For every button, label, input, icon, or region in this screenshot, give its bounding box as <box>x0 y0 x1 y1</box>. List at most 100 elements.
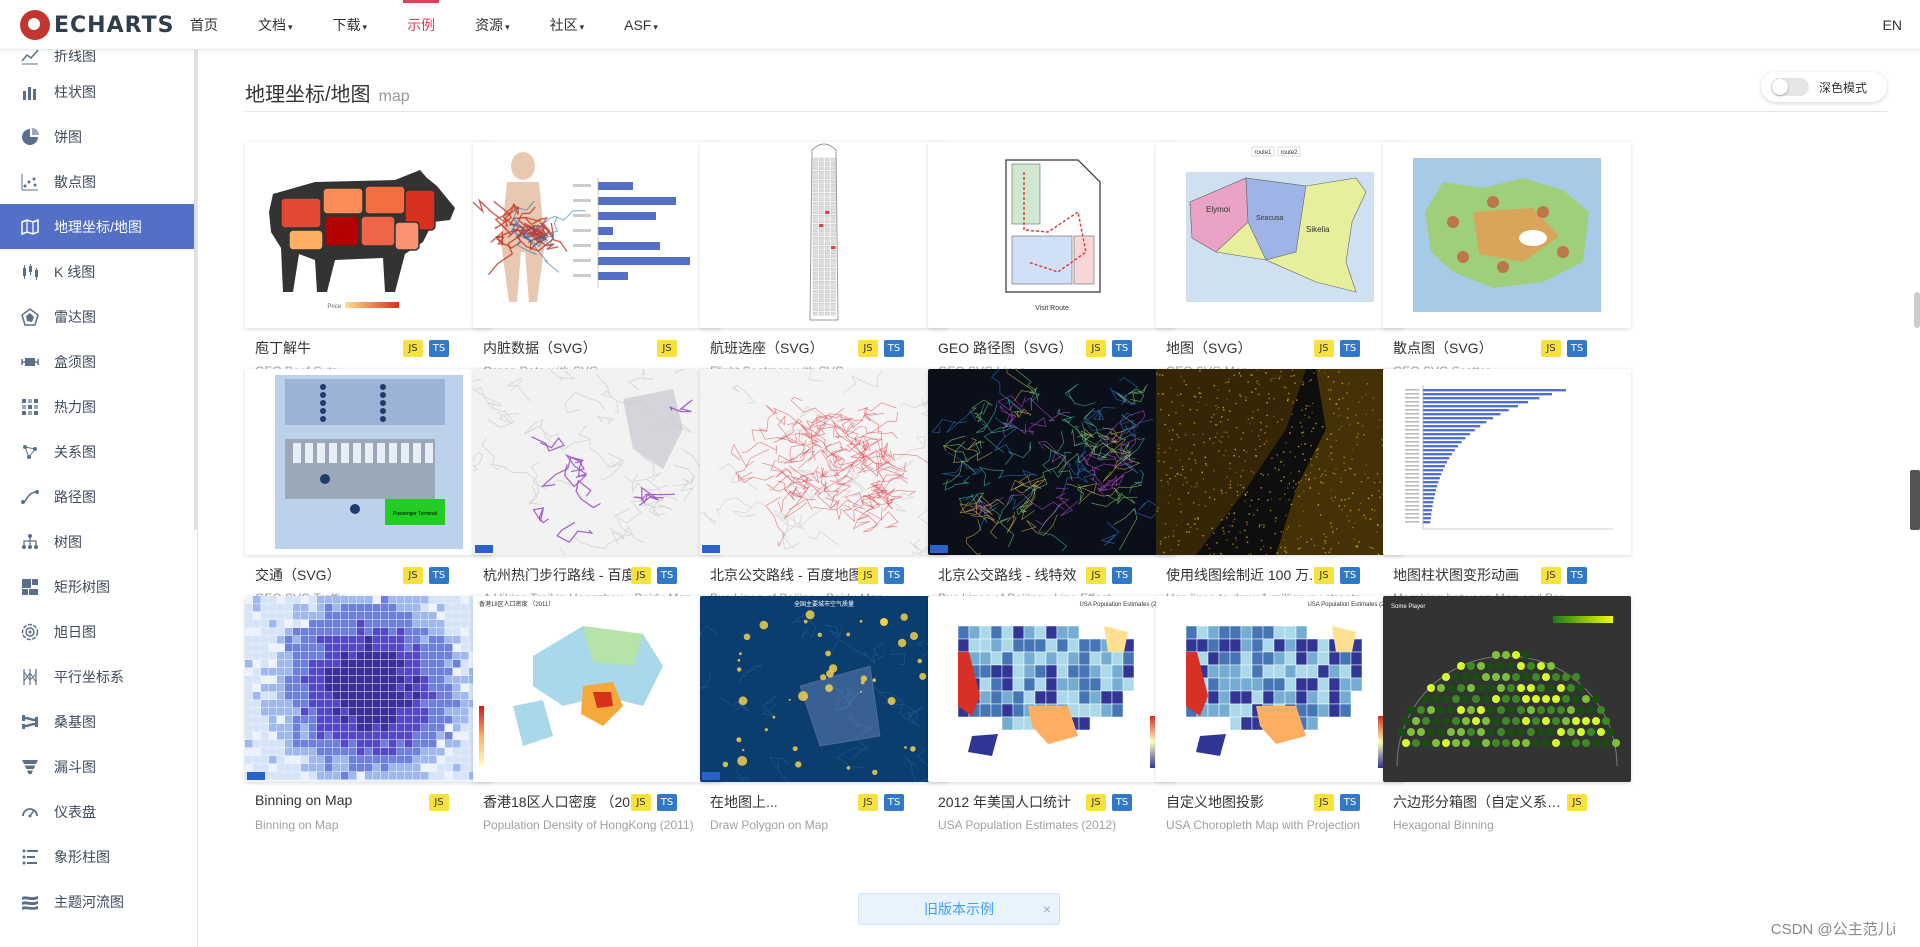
page-scrollbar[interactable] <box>1914 292 1920 328</box>
example-card[interactable]: 北京公交路线 - 线特效Bus Lines of Beijing - Line … <box>928 369 1176 609</box>
sidebar-item-6[interactable]: 雷达图 <box>0 294 197 339</box>
js-badge[interactable]: JS <box>858 340 878 357</box>
example-card[interactable]: 全国主要城市空气质量 在地图上... Draw Polygon on Map JS TS <box>700 596 948 836</box>
example-card[interactable]: Price庖丁解牛GEO Beef CutsJSTS <box>245 142 493 382</box>
dark-mode-toggle[interactable]: 深色模式 <box>1761 72 1887 102</box>
example-thumbnail[interactable]: 香港18区人口密度 （2011） <box>473 596 721 782</box>
example-title[interactable]: 2012 年美国人口统计 <box>938 792 1108 812</box>
ts-badge[interactable]: TS <box>1567 567 1587 584</box>
example-title[interactable]: 内脏数据（SVG） <box>483 338 653 358</box>
example-card[interactable]: USA Population Estimates (2012) 2012 年美国人… <box>928 596 1176 836</box>
sidebar-item-4[interactable]: 地理坐标/地图 <box>0 204 197 249</box>
example-thumbnail[interactable]: Price <box>245 142 493 328</box>
example-card[interactable]: USA Population Estimates (2012) 自定义地图投影 US… <box>1156 596 1404 836</box>
nav-item-6[interactable]: ASF ▾ <box>624 0 658 50</box>
echarts-logo[interactable]: ECHARTS <box>20 9 174 41</box>
example-title[interactable]: 北京公交路线 - 线特效 <box>938 565 1108 585</box>
example-title[interactable]: 北京公交路线 - 百度地图 <box>710 565 880 585</box>
example-card[interactable]: 内脏数据（SVG）Organ Data with SVGJS <box>473 142 721 382</box>
sidebar-item-18[interactable]: 象形柱图 <box>0 834 197 879</box>
ts-badge[interactable]: TS <box>1340 340 1360 357</box>
example-title[interactable]: 散点图（SVG） <box>1393 338 1563 358</box>
ts-badge[interactable]: TS <box>1340 794 1360 811</box>
example-title[interactable]: 六边形分箱图（自定义系列） <box>1393 792 1563 812</box>
side-widget[interactable] <box>1910 470 1920 530</box>
ts-badge[interactable]: TS <box>657 567 677 584</box>
sidebar-item-15[interactable]: 桑基图 <box>0 699 197 744</box>
nav-item-2[interactable]: 下载 ▾ <box>333 0 368 50</box>
example-thumbnail[interactable]: Passenger Terminal <box>245 369 493 555</box>
js-badge[interactable]: JS <box>1314 567 1334 584</box>
example-thumbnail[interactable] <box>245 596 493 782</box>
example-title[interactable]: Binning on Map <box>255 792 425 808</box>
example-title[interactable]: 地图柱状图变形动画 <box>1393 565 1563 585</box>
ts-badge[interactable]: TS <box>1112 794 1132 811</box>
example-card[interactable]: 散点图（SVG）GEO SVG ScatterJSTS <box>1383 142 1631 382</box>
example-card[interactable]: Some Player 六边形分箱图（自定义系列） Hexagonal Binnin… <box>1383 596 1631 836</box>
example-thumbnail[interactable]: route1 route2 Elymoi Siracusa Sikelia <box>1156 142 1404 328</box>
ts-badge[interactable]: TS <box>1567 340 1587 357</box>
example-title[interactable]: 交通（SVG） <box>255 565 425 585</box>
old-version-toast[interactable]: 旧版本示例 × <box>858 893 1060 925</box>
nav-item-3[interactable]: 示例 <box>403 0 440 50</box>
example-thumbnail[interactable]: Some Player <box>1383 596 1631 782</box>
nav-item-4[interactable]: 资源 ▾ <box>475 0 510 50</box>
sidebar-item-16[interactable]: 漏斗图 <box>0 744 197 789</box>
sidebar-item-19[interactable]: 主题河流图 <box>0 879 197 924</box>
sidebar-item-10[interactable]: 路径图 <box>0 474 197 519</box>
example-title[interactable]: 杭州热门步行路线 - 百度... <box>483 565 653 585</box>
js-badge[interactable]: JS <box>1567 794 1587 811</box>
example-thumbnail[interactable] <box>928 369 1176 555</box>
example-card[interactable]: 北京公交路线 - 百度地图Bus Lines of Beijing - Baid… <box>700 369 948 609</box>
sidebar-item-7[interactable]: 盒须图 <box>0 339 197 384</box>
js-badge[interactable]: JS <box>858 794 878 811</box>
example-title[interactable]: 使用线图绘制近 100 万... <box>1166 565 1336 585</box>
example-title[interactable]: 在地图上... <box>710 792 880 812</box>
js-badge[interactable]: JS <box>403 567 423 584</box>
example-thumbnail[interactable]: 全国主要城市空气质量 <box>700 596 948 782</box>
js-badge[interactable]: JS <box>1314 794 1334 811</box>
js-badge[interactable]: JS <box>1086 794 1106 811</box>
ts-badge[interactable]: TS <box>884 794 904 811</box>
sidebar-item-3[interactable]: 散点图 <box>0 159 197 204</box>
nav-item-1[interactable]: 文档 ▾ <box>258 0 293 50</box>
nav-item-5[interactable]: 社区 ▾ <box>550 0 585 50</box>
ts-badge[interactable]: TS <box>884 340 904 357</box>
sidebar-item-13[interactable]: 旭日图 <box>0 609 197 654</box>
sidebar-item-2[interactable]: 饼图 <box>0 114 197 159</box>
ts-badge[interactable]: TS <box>657 794 677 811</box>
dark-mode-switch[interactable] <box>1771 78 1809 96</box>
js-badge[interactable]: JS <box>657 340 677 357</box>
example-thumbnail[interactable] <box>473 142 721 328</box>
ts-badge[interactable]: TS <box>429 567 449 584</box>
example-thumbnail[interactable]: USA Population Estimates (2012) <box>1156 596 1404 782</box>
example-title[interactable]: 地图（SVG） <box>1166 338 1336 358</box>
js-badge[interactable]: JS <box>1086 340 1106 357</box>
example-thumbnail[interactable] <box>473 369 721 555</box>
ts-badge[interactable]: TS <box>1340 567 1360 584</box>
example-card[interactable]: 地图柱状图变形动画Morphing between Map and BarJST… <box>1383 369 1631 609</box>
sidebar-item-0[interactable]: 折线图 <box>0 50 197 69</box>
js-badge[interactable]: JS <box>1314 340 1334 357</box>
sidebar-item-8[interactable]: 热力图 <box>0 384 197 429</box>
example-card[interactable]: route1 route2 Elymoi Siracusa Sikelia 地图（SVG）… <box>1156 142 1404 382</box>
js-badge[interactable]: JS <box>403 340 423 357</box>
example-title[interactable]: 航班选座（SVG） <box>710 338 880 358</box>
sidebar-item-17[interactable]: 仪表盘 <box>0 789 197 834</box>
example-title[interactable]: 庖丁解牛 <box>255 338 425 358</box>
example-thumbnail[interactable]: USA Population Estimates (2012) <box>928 596 1176 782</box>
example-thumbnail[interactable] <box>700 369 948 555</box>
sidebar-item-11[interactable]: 树图 <box>0 519 197 564</box>
js-badge[interactable]: JS <box>631 567 651 584</box>
js-badge[interactable]: JS <box>858 567 878 584</box>
ts-badge[interactable]: TS <box>1112 340 1132 357</box>
nav-item-0[interactable]: 首页 <box>190 0 218 50</box>
js-badge[interactable]: JS <box>429 794 449 811</box>
example-card[interactable]: 使用线图绘制近 100 万...Use lines to draw 1 mill… <box>1156 369 1404 609</box>
example-title[interactable]: 香港18区人口密度 （201... <box>483 792 653 812</box>
example-thumbnail[interactable] <box>700 142 948 328</box>
sidebar-item-14[interactable]: 平行坐标系 <box>0 654 197 699</box>
example-card[interactable]: Binning on Map Binning on Map JS <box>245 596 493 836</box>
example-thumbnail[interactable] <box>1156 369 1404 555</box>
example-card[interactable]: Passenger Terminal交通（SVG）GEO SVG Traffic… <box>245 369 493 609</box>
